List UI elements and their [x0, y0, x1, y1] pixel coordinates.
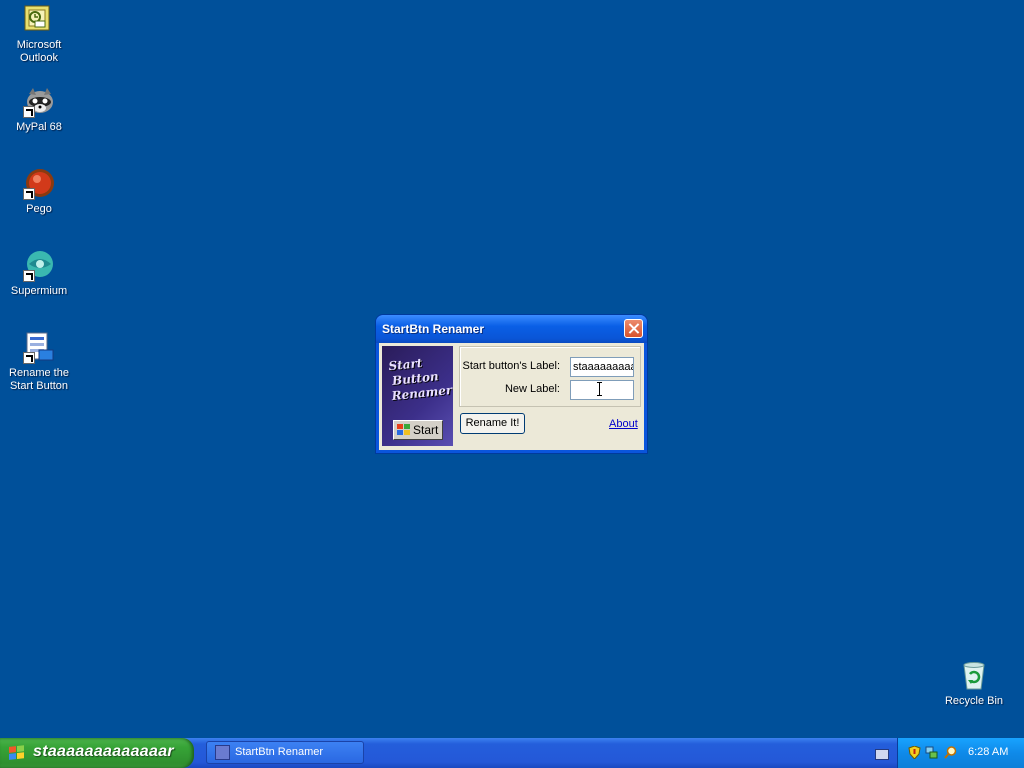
dialog-client-area: Start Button Renamer Start Start button'…	[379, 343, 644, 450]
supermium-icon	[23, 250, 55, 282]
desktop-icon-supermium[interactable]: Supermium	[0, 250, 78, 298]
text-cursor-icon	[597, 382, 602, 396]
shortcut-arrow-icon	[23, 352, 35, 364]
shortcut-arrow-icon	[23, 270, 35, 282]
label-fields-group: Start button's Label: staaaaaaaaaaaaaaa …	[459, 346, 641, 407]
system-tray: 6:28 AM	[897, 738, 1024, 768]
desktop-icon-label: MyPal 68	[16, 121, 62, 133]
new-label-input[interactable]	[570, 380, 634, 400]
raccoon-icon	[23, 86, 55, 118]
desktop-icon-label: Rename the	[9, 367, 69, 379]
windows-flag-icon	[397, 424, 410, 436]
recycle-bin-icon	[958, 660, 990, 692]
pego-icon	[23, 168, 55, 200]
desktop: Microsoft Outlook MyPal 68 Pego Supermiu…	[0, 0, 1024, 738]
search-icon[interactable]	[944, 746, 957, 759]
desktop-icon-label: Supermium	[10, 285, 68, 297]
security-shield-icon[interactable]	[908, 746, 921, 759]
startbtn-renamer-app-icon	[215, 745, 230, 760]
desktop-icon-label: Start Button	[9, 380, 69, 392]
startbtn-renamer-window: StartBtn Renamer Start Button Renamer St…	[376, 315, 647, 453]
start-button-preview-label: Start	[413, 423, 439, 437]
network-icon[interactable]	[925, 746, 938, 759]
desktop-icon-rename-start-button[interactable]: Rename the Start Button	[0, 332, 78, 393]
desktop-icon-label: Pego	[26, 203, 52, 215]
start-button[interactable]: staaaaaaaaaaaaar	[0, 738, 194, 768]
start-button-preview: Start	[393, 420, 443, 440]
outlook-icon	[23, 4, 55, 36]
desktop-icon-pego[interactable]: Pego	[0, 168, 78, 216]
current-label-caption: Start button's Label:	[462, 360, 561, 372]
taskbar-button-startbtn-renamer[interactable]: StartBtn Renamer	[206, 741, 364, 764]
taskbar: staaaaaaaaaaaaar StartBtn Renamer 6:28 A…	[0, 738, 1024, 768]
windows-flag-icon	[9, 745, 25, 762]
shortcut-arrow-icon	[23, 188, 35, 200]
desktop-icon-label: Outlook	[20, 52, 58, 64]
clock[interactable]: 6:28 AM	[968, 746, 1008, 758]
current-label-field[interactable]: staaaaaaaaaaaaaaa	[570, 357, 634, 377]
desktop-icon-mypal[interactable]: MyPal 68	[0, 86, 78, 134]
desktop-icon-outlook[interactable]: Microsoft Outlook	[0, 4, 78, 65]
rename-start-icon	[23, 332, 55, 364]
taskbar-button-label: StartBtn Renamer	[235, 746, 324, 758]
logo-text: Start Button Renamer	[388, 353, 453, 404]
close-icon[interactable]	[624, 319, 643, 338]
keyboard-icon[interactable]	[875, 749, 889, 760]
window-title: StartBtn Renamer	[382, 322, 485, 336]
about-link[interactable]: About	[609, 418, 638, 430]
rename-it-button[interactable]: Rename It!	[460, 413, 525, 434]
new-label-caption: New Label:	[504, 383, 560, 395]
shortcut-arrow-icon	[23, 106, 35, 118]
desktop-icon-label: Recycle Bin	[944, 695, 1004, 707]
desktop-icon-recycle-bin[interactable]: Recycle Bin	[935, 660, 1013, 708]
start-button-label: staaaaaaaaaaaaar	[33, 743, 174, 760]
start-button-renamer-logo: Start Button Renamer Start	[382, 346, 453, 446]
title-bar[interactable]: StartBtn Renamer	[376, 315, 647, 343]
desktop-icon-label: Microsoft	[16, 39, 62, 51]
